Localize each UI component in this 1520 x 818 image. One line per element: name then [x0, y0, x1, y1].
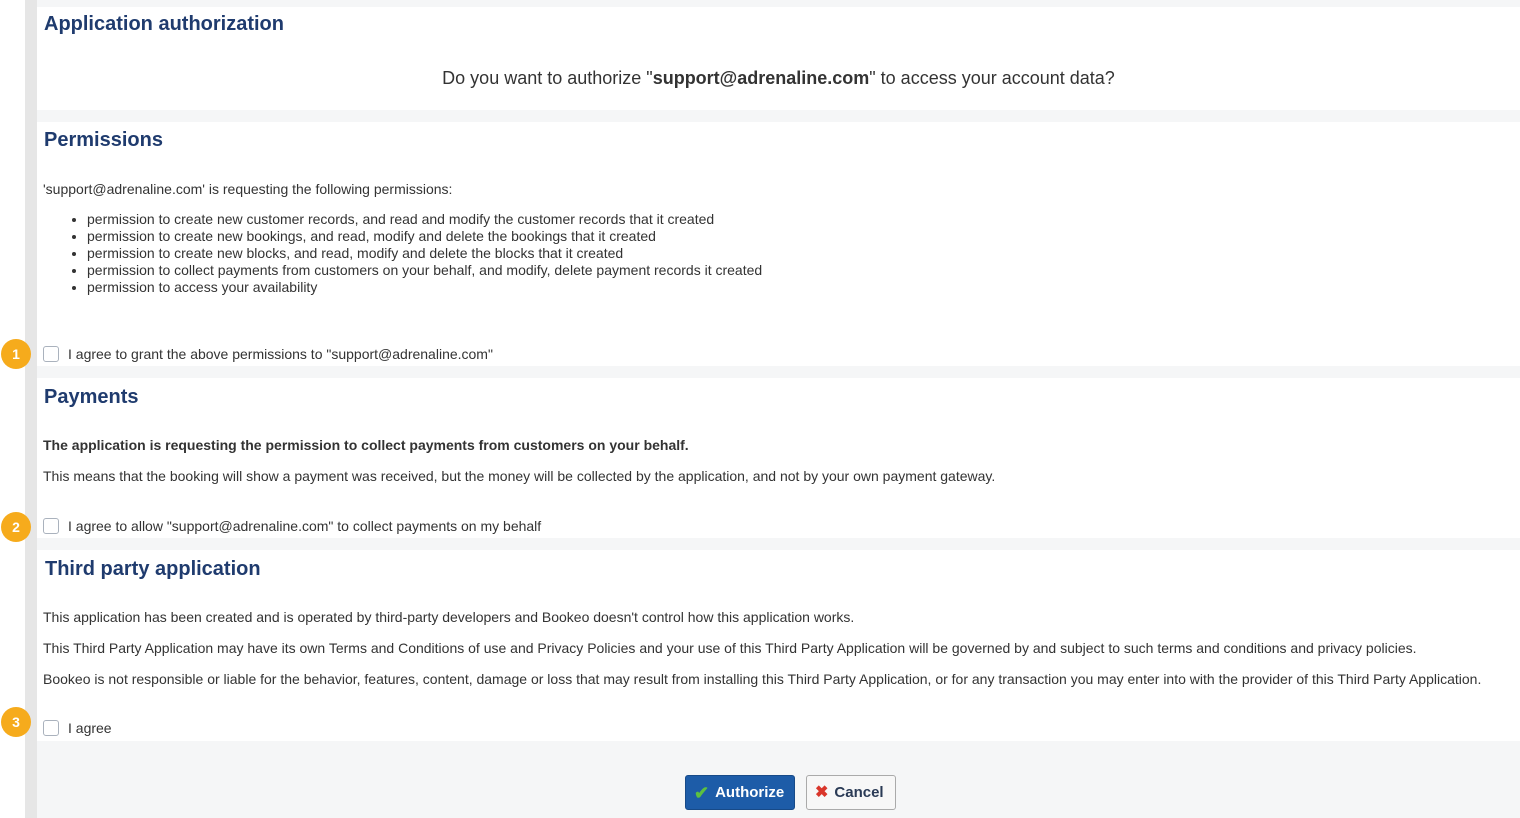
payments-explanation: This means that the booking will show a … [43, 468, 996, 484]
permissions-agree-checkbox[interactable] [43, 346, 59, 362]
step-badge: 3 [1, 707, 31, 737]
list-item: permission to access your availability [87, 279, 762, 296]
step-badge: 1 [1, 339, 31, 369]
payments-section: Payments The application is requesting t… [37, 378, 1520, 538]
divider [37, 110, 1520, 122]
payments-heading: Payments [44, 386, 139, 408]
step-badge: 2 [1, 512, 31, 542]
left-rail [25, 0, 37, 818]
app-name: support@adrenaline.com [652, 68, 870, 88]
close-icon: ✖ [815, 783, 829, 801]
cancel-button[interactable]: ✖ Cancel [806, 775, 896, 810]
list-item: permission to create new bookings, and r… [87, 228, 762, 245]
third-party-paragraph-1: This application has been created and is… [43, 609, 855, 625]
list-item: permission to collect payments from cust… [87, 262, 762, 279]
payments-agree-row[interactable]: I agree to allow "support@adrenaline.com… [43, 517, 541, 535]
permissions-heading: Permissions [44, 129, 163, 151]
third-party-agree-label[interactable]: I agree [68, 720, 112, 736]
permissions-list: permission to create new customer record… [43, 211, 762, 296]
third-party-agree-checkbox[interactable] [43, 720, 59, 736]
third-party-agree-row[interactable]: I agree [43, 719, 112, 737]
checkmark-icon: ✔ [694, 782, 710, 803]
cancel-label: Cancel [834, 784, 884, 801]
divider [37, 538, 1520, 550]
authorization-section: Application authorization Do you want to… [37, 0, 1520, 110]
third-party-section: Third party application This application… [37, 550, 1520, 741]
authorize-label: Authorize [715, 784, 785, 801]
authorize-button[interactable]: ✔ Authorize [685, 775, 795, 810]
payments-request: The application is requesting the permis… [43, 437, 689, 453]
payments-agree-checkbox[interactable] [43, 518, 59, 534]
permissions-agree-label[interactable]: I agree to grant the above permissions t… [68, 346, 493, 362]
authorization-heading: Application authorization [44, 13, 284, 35]
third-party-heading: Third party application [45, 558, 261, 580]
permissions-intro: 'support@adrenaline.com' is requesting t… [43, 181, 453, 197]
payments-agree-label[interactable]: I agree to allow "support@adrenaline.com… [68, 518, 541, 534]
divider [37, 366, 1520, 378]
list-item: permission to create new customer record… [87, 211, 762, 228]
third-party-paragraph-2: This Third Party Application may have it… [43, 640, 1417, 656]
permissions-agree-row[interactable]: I agree to grant the above permissions t… [43, 345, 493, 363]
third-party-paragraph-3: Bookeo is not responsible or liable for … [43, 671, 1482, 687]
authorization-question: Do you want to authorize "support@adrena… [442, 68, 1115, 88]
list-item: permission to create new blocks, and rea… [87, 245, 762, 262]
